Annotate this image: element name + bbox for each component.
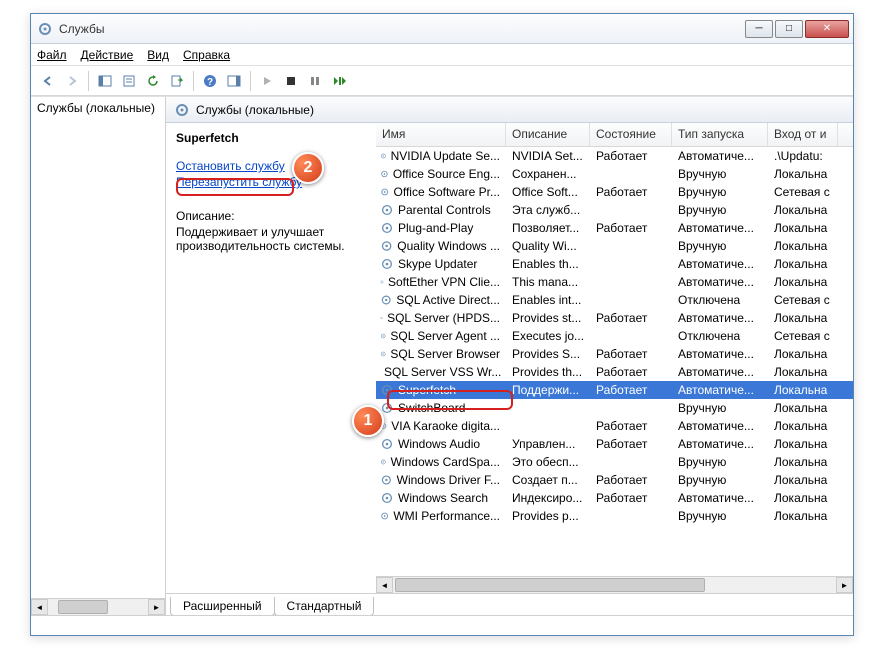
window-title: Службы [59,22,743,36]
service-icon [380,509,389,523]
navigation-tree[interactable]: Службы (локальные) ◄► [31,97,166,615]
start-service-button[interactable] [256,70,278,92]
help-button[interactable]: ? [199,70,221,92]
service-row[interactable]: Windows Driver F...Создает п...РаботаетВ… [376,471,853,489]
service-icon [380,455,387,469]
list-h-scrollbar[interactable]: ◄► [376,576,853,593]
stop-service-link[interactable]: Остановить службу [176,159,366,173]
description-label: Описание: [176,209,366,223]
service-row[interactable]: Windows AudioУправлен...РаботаетАвтомати… [376,435,853,453]
service-row[interactable]: Quality Windows ...Quality Wi...ВручнуюЛ… [376,237,853,255]
service-row[interactable]: Windows CardSpa...Это обесп...ВручнуюЛок… [376,453,853,471]
close-button[interactable]: ✕ [805,20,849,38]
service-row[interactable]: SQL Server BrowserProvides S...РаботаетА… [376,345,853,363]
service-row[interactable]: VIA Karaoke digita...РаботаетАвтоматиче.… [376,417,853,435]
maximize-button[interactable]: □ [775,20,803,38]
service-icon [380,221,394,235]
column-startup[interactable]: Тип запуска [672,123,768,146]
list-header-label: Службы (локальные) [196,103,314,117]
service-icon [380,275,384,289]
service-row[interactable]: SQL Server (HPDS...Provides st...Работае… [376,309,853,327]
service-row[interactable]: WMI Performance...Provides p...ВручнуюЛо… [376,507,853,525]
menu-view[interactable]: Вид [147,48,169,62]
annotation-callout-1: 1 [352,405,384,437]
service-row[interactable]: SQL Server VSS Wr...Provides th...Работа… [376,363,853,381]
services-icon [37,21,53,37]
column-name[interactable]: Имя [376,123,506,146]
service-icon [380,329,386,343]
column-headers: Имя Описание Состояние Тип запуска Вход … [376,123,853,147]
service-row[interactable]: SoftEther VPN Clie...This mana...Автомат… [376,273,853,291]
service-row[interactable]: Parental ControlsЭта служб...ВручнуюЛока… [376,201,853,219]
menu-action[interactable]: Действие [81,48,134,62]
export-button[interactable] [166,70,188,92]
tree-h-scrollbar[interactable]: ◄► [31,598,165,615]
toolbar: ? [31,66,853,96]
menu-help[interactable]: Справка [183,48,230,62]
annotation-box-superfetch-row [387,390,513,410]
title-bar: Службы ─ □ ✕ [31,14,853,44]
tab-standard[interactable]: Стандартный [274,597,375,615]
tab-extended[interactable]: Расширенный [170,597,275,615]
menu-bar: Файл Действие Вид Справка [31,44,853,66]
description-text: Поддерживает и улучшает производительнос… [176,225,366,253]
annotation-box-stop-link [176,178,294,196]
service-row[interactable]: SQL Active Direct...Enables int...Отключ… [376,291,853,309]
properties-button[interactable] [118,70,140,92]
services-icon [174,102,190,118]
svg-text:?: ? [207,77,213,88]
status-bar [31,615,853,635]
service-icon [380,311,383,325]
stop-service-button[interactable] [280,70,302,92]
service-icon [380,149,387,163]
service-icon [380,491,394,505]
column-logon[interactable]: Вход от и [768,123,838,146]
selected-service-name: Superfetch [176,131,366,145]
column-state[interactable]: Состояние [590,123,672,146]
service-row[interactable]: NVIDIA Update Se...NVIDIA Set...Работает… [376,147,853,165]
service-icon [380,167,389,181]
list-header-bar: Службы (локальные) [166,97,853,123]
service-row[interactable]: SQL Server Agent ...Executes jo...Отключ… [376,327,853,345]
restart-service-button[interactable] [328,70,350,92]
service-list[interactable]: NVIDIA Update Se...NVIDIA Set...Работает… [376,147,853,576]
service-icon [380,185,390,199]
service-row[interactable]: Windows SearchИндексиро...РаботаетАвтома… [376,489,853,507]
action-pane-button[interactable] [223,70,245,92]
service-row[interactable]: Office Source Eng...Сохранен...ВручнуюЛо… [376,165,853,183]
pause-service-button[interactable] [304,70,326,92]
minimize-button[interactable]: ─ [745,20,773,38]
service-row[interactable]: Office Software Pr...Office Soft...Работ… [376,183,853,201]
forward-button[interactable] [61,70,83,92]
back-button[interactable] [37,70,59,92]
annotation-callout-2: 2 [292,152,324,184]
service-icon [380,473,393,487]
view-tabs: Расширенный Стандартный [166,593,853,615]
tree-item-services-local[interactable]: Службы (локальные) [31,97,165,119]
service-icon [380,437,394,451]
refresh-button[interactable] [142,70,164,92]
service-icon [380,293,392,307]
service-row[interactable]: Skype UpdaterEnables th...Автоматиче...Л… [376,255,853,273]
show-hide-tree-button[interactable] [94,70,116,92]
service-row[interactable]: Plug-and-PlayПозволяет...РаботаетАвтомат… [376,219,853,237]
menu-file[interactable]: Файл [37,48,67,62]
column-description[interactable]: Описание [506,123,590,146]
service-icon [380,257,394,271]
service-icon [380,347,386,361]
service-icon [380,239,393,253]
service-icon [380,203,394,217]
